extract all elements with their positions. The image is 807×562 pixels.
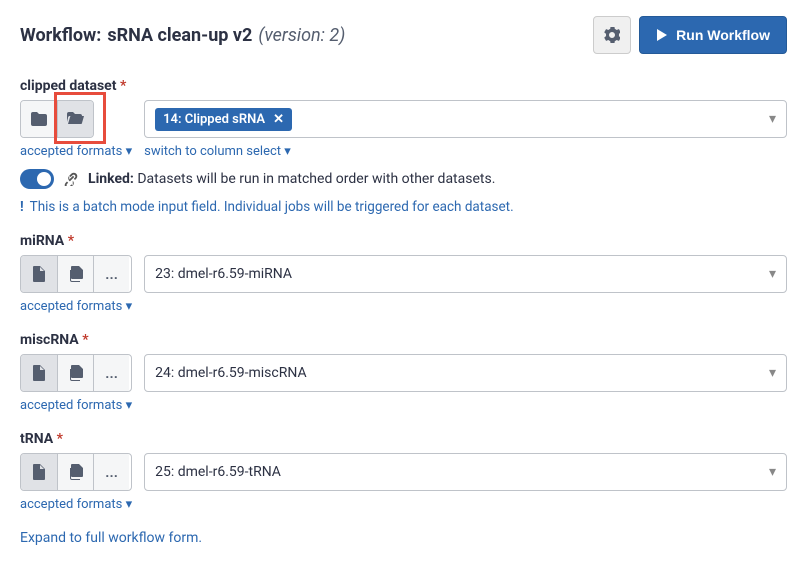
linked-text: Datasets will be run in matched order wi…: [137, 171, 495, 187]
run-label: Run Workflow: [676, 27, 770, 43]
gear-icon: [604, 27, 620, 43]
accepted-formats-miscrna[interactable]: accepted formats ▾: [20, 398, 132, 413]
linked-label: Linked:: [88, 171, 134, 187]
copy-button[interactable]: [57, 256, 93, 292]
accepted-formats-mirna[interactable]: accepted formats ▾: [20, 299, 132, 314]
more-button[interactable]: …: [93, 355, 129, 391]
batch-hint: ! This is a batch mode input field. Indi…: [20, 199, 787, 215]
workflow-version: (version: 2): [258, 25, 345, 46]
file-icon: [33, 365, 45, 381]
copy-button[interactable]: [57, 454, 93, 490]
trna-type-selector: …: [20, 453, 132, 491]
remove-tag-icon[interactable]: ✕: [273, 112, 284, 127]
info-icon: !: [20, 199, 24, 215]
link-icon: [64, 172, 78, 186]
folder-icon: [31, 112, 47, 126]
more-button[interactable]: …: [93, 454, 129, 490]
caret-down-icon: ▾: [769, 365, 776, 381]
copy-button[interactable]: [57, 355, 93, 391]
clipped-select[interactable]: 14: Clipped sRNA ✕ ▾: [144, 100, 787, 138]
copy-icon: [69, 365, 83, 381]
miscrna-value: 24: dmel-r6.59-miscRNA: [155, 365, 306, 381]
trna-value: 25: dmel-r6.59-tRNA: [155, 464, 281, 480]
expand-link[interactable]: Expand to full workflow form.: [20, 530, 787, 546]
trna-select[interactable]: 25: dmel-r6.59-tRNA ▾: [144, 453, 787, 491]
caret-down-icon: ▾: [769, 464, 776, 480]
ellipsis-icon: …: [105, 366, 118, 381]
mirna-select[interactable]: 23: dmel-r6.59-miRNA ▾: [144, 255, 787, 293]
miscrna-type-selector: …: [20, 354, 132, 392]
file-button[interactable]: [21, 256, 57, 292]
miscrna-label: miscRNA *: [20, 332, 787, 348]
mirna-type-selector: …: [20, 255, 132, 293]
more-button[interactable]: …: [93, 256, 129, 292]
workflow-name: sRNA clean-up v2: [107, 25, 252, 46]
folder-open-button[interactable]: [57, 101, 93, 137]
accepted-formats-clipped[interactable]: accepted formats ▾: [20, 144, 132, 159]
clipped-tag: 14: Clipped sRNA ✕: [155, 108, 292, 131]
switch-column-select[interactable]: switch to column select ▾: [144, 144, 787, 159]
settings-button[interactable]: [593, 16, 631, 54]
folder-closed-button[interactable]: [21, 101, 57, 137]
file-icon: [33, 266, 45, 282]
copy-icon: [69, 266, 83, 282]
caret-down-icon: ▾: [769, 111, 776, 127]
miscrna-select[interactable]: 24: dmel-r6.59-miscRNA ▾: [144, 354, 787, 392]
caret-down-icon: ▾: [769, 266, 776, 282]
copy-icon: [69, 464, 83, 480]
trna-label: tRNA *: [20, 431, 787, 447]
accepted-formats-trna[interactable]: accepted formats ▾: [20, 497, 132, 512]
file-button[interactable]: [21, 355, 57, 391]
folder-open-icon: [67, 112, 85, 126]
title-prefix: Workflow:: [20, 25, 101, 46]
mirna-label: miRNA *: [20, 233, 787, 249]
run-workflow-button[interactable]: Run Workflow: [639, 16, 787, 54]
clipped-label: clipped dataset *: [20, 78, 787, 94]
ellipsis-icon: …: [105, 267, 118, 282]
file-button[interactable]: [21, 454, 57, 490]
file-icon: [33, 464, 45, 480]
play-icon: [656, 28, 668, 42]
mirna-value: 23: dmel-r6.59-miRNA: [155, 266, 292, 282]
linked-toggle[interactable]: [20, 169, 54, 189]
clipped-type-selector: [20, 100, 94, 138]
ellipsis-icon: …: [105, 465, 118, 480]
